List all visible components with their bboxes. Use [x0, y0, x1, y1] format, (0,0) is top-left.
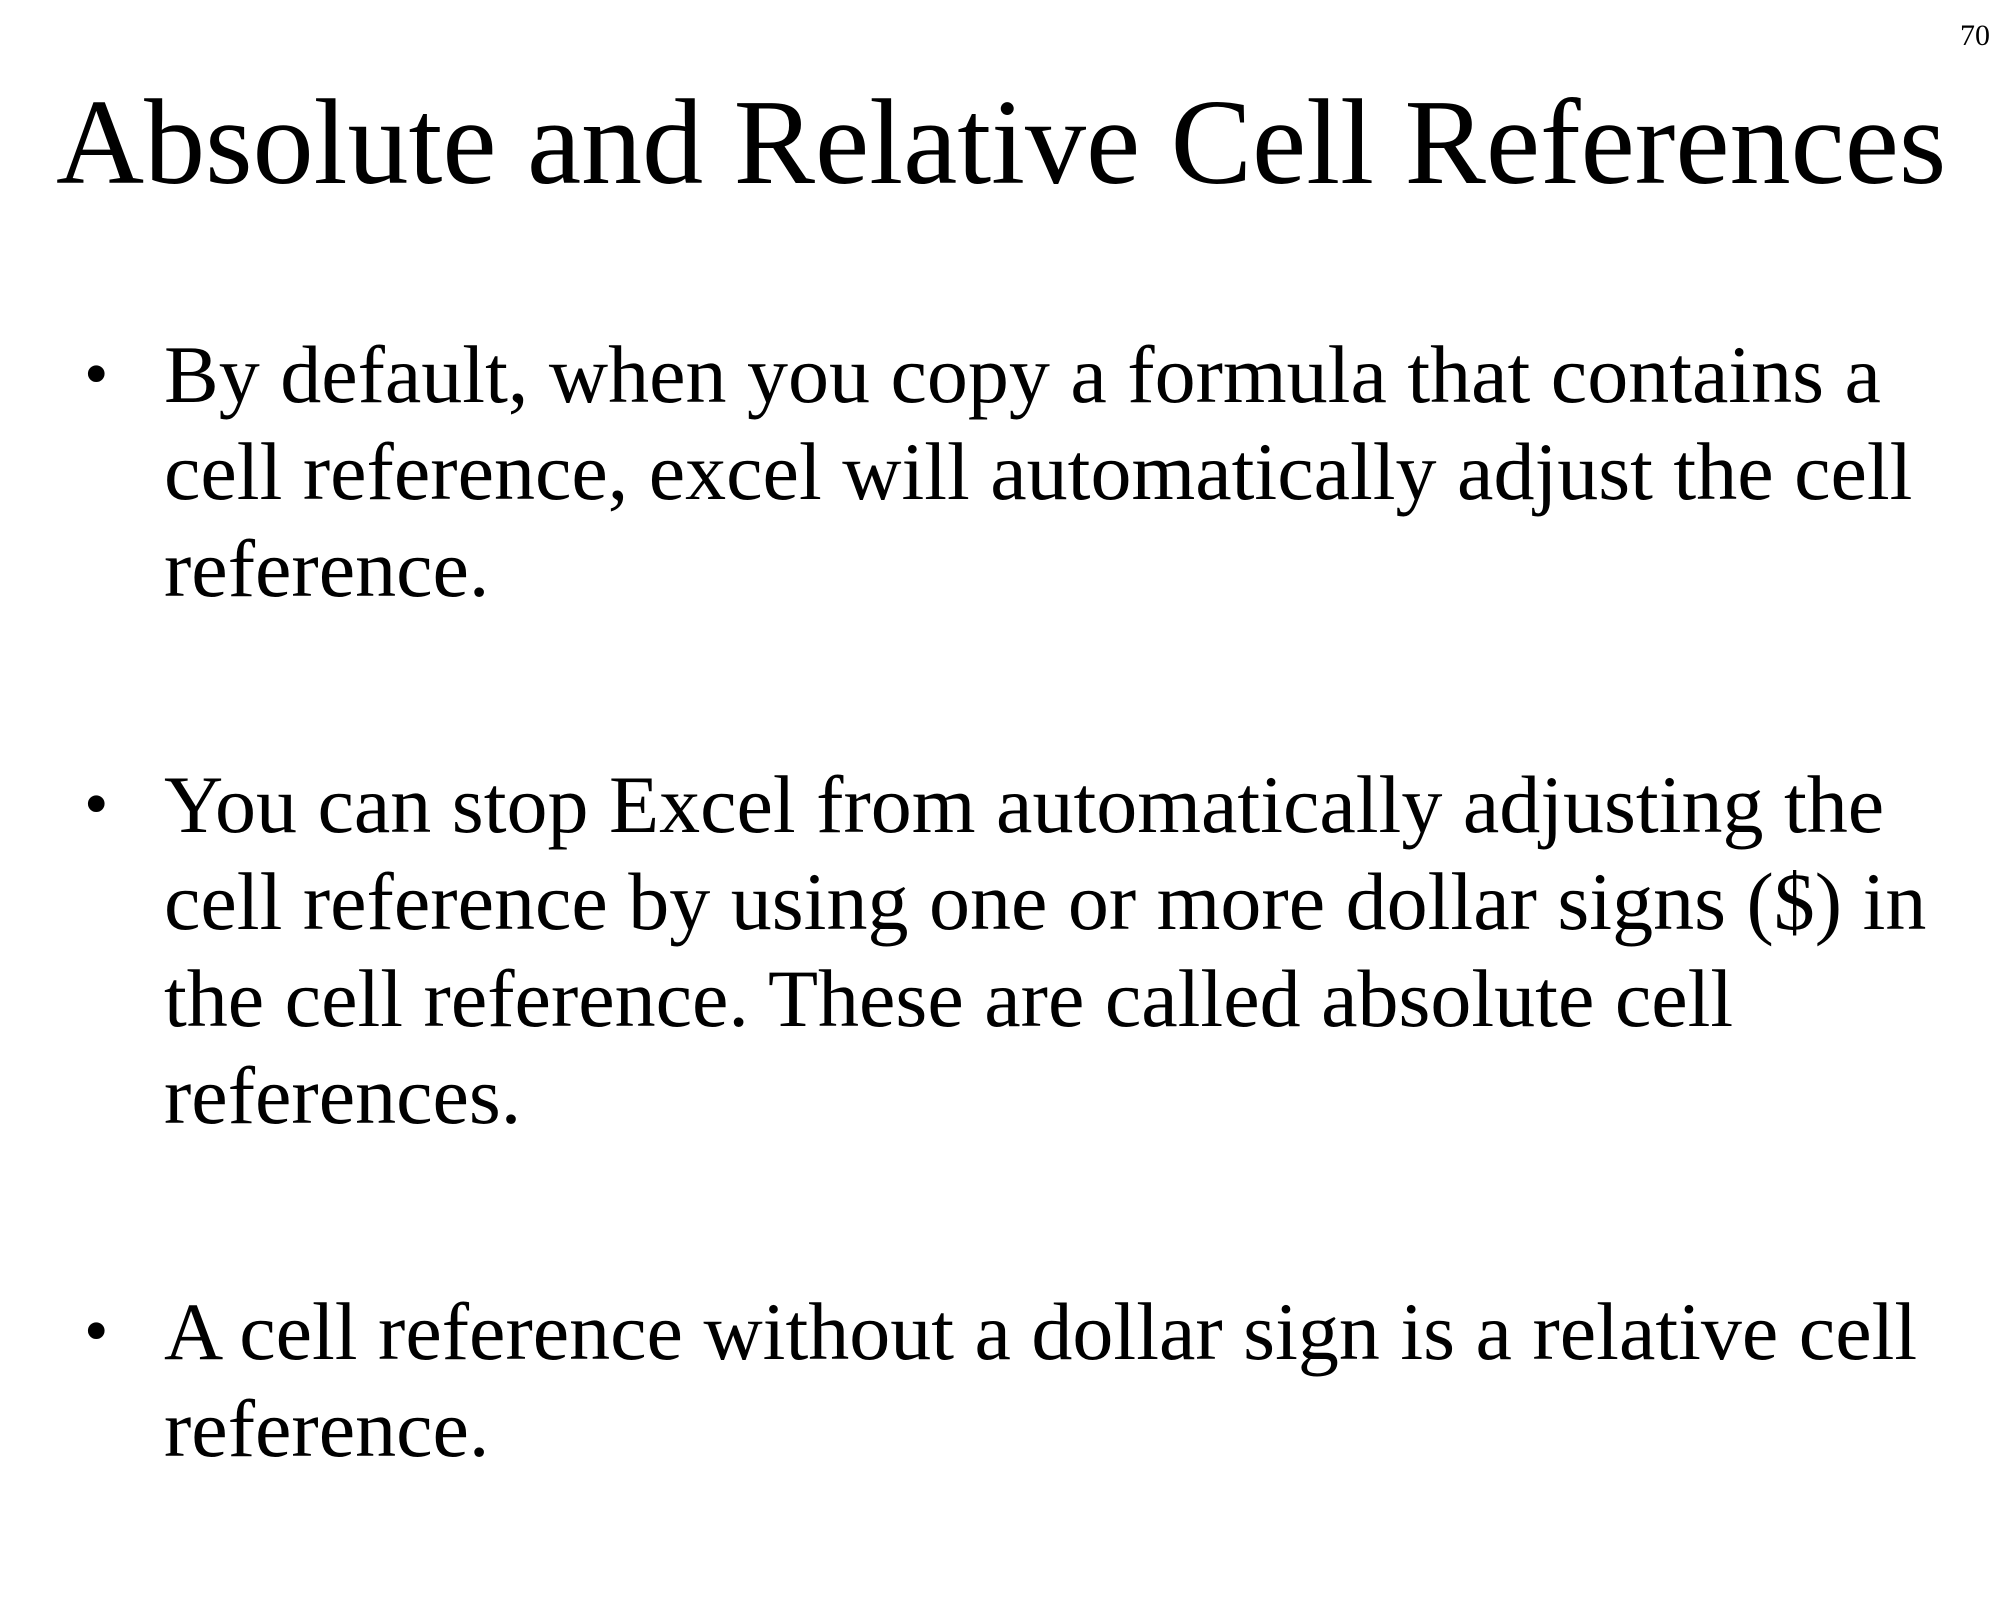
bullet-list: • By default, when you copy a formula th… — [0, 326, 2000, 1616]
bullet-icon: • — [84, 766, 109, 843]
bullet-icon: • — [84, 336, 109, 413]
bullet-text: You can stop Excel from automatically ad… — [164, 759, 1927, 1141]
bullet-text: By default, when you copy a formula that… — [164, 329, 1913, 614]
bullet-item: • You can stop Excel from automatically … — [0, 756, 1994, 1144]
bullet-text: A cell reference without a dollar sign i… — [164, 1286, 1918, 1474]
bullet-item: • A cell reference without a dollar sign… — [0, 1283, 1994, 1477]
slide: 70 Absolute and Relative Cell References… — [0, 0, 2000, 1500]
page-number: 70 — [1960, 19, 1990, 52]
slide-title: Absolute and Relative Cell References — [56, 75, 1947, 210]
bullet-icon: • — [84, 1293, 109, 1370]
bullet-item: • By default, when you copy a formula th… — [0, 326, 1994, 617]
